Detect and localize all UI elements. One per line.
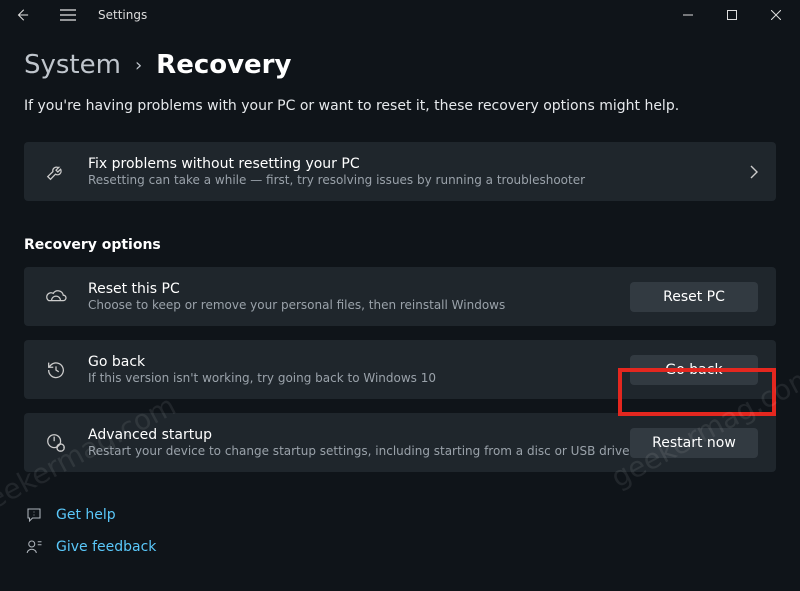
menu-button[interactable] bbox=[56, 3, 80, 27]
option-reset-pc: Reset this PC Choose to keep or remove y… bbox=[24, 267, 776, 326]
power-gear-icon bbox=[42, 432, 70, 454]
option-desc: Restart your device to change startup se… bbox=[88, 444, 630, 458]
give-feedback-link[interactable]: Give feedback bbox=[24, 538, 776, 556]
breadcrumb-current: Recovery bbox=[156, 50, 291, 80]
back-button[interactable] bbox=[10, 3, 34, 27]
chevron-right-icon: › bbox=[135, 55, 142, 76]
fix-desc: Resetting can take a while — first, try … bbox=[88, 173, 750, 187]
option-title: Go back bbox=[88, 354, 630, 370]
breadcrumb-parent[interactable]: System bbox=[24, 50, 121, 80]
help-links: Get help Give feedback bbox=[24, 506, 776, 556]
page-subtitle: If you're having problems with your PC o… bbox=[24, 98, 776, 114]
chevron-right-icon bbox=[750, 165, 758, 179]
option-title: Reset this PC bbox=[88, 281, 630, 297]
option-advanced-startup: Advanced startup Restart your device to … bbox=[24, 413, 776, 472]
breadcrumb: System › Recovery bbox=[24, 50, 776, 80]
content-area: System › Recovery If you're having probl… bbox=[0, 30, 800, 556]
fix-title: Fix problems without resetting your PC bbox=[88, 156, 750, 172]
minimize-button[interactable] bbox=[666, 0, 710, 30]
feedback-icon bbox=[24, 538, 44, 556]
reset-pc-button[interactable]: Reset PC bbox=[630, 282, 758, 312]
option-desc: Choose to keep or remove your personal f… bbox=[88, 298, 630, 312]
maximize-button[interactable] bbox=[710, 0, 754, 30]
restart-now-button[interactable]: Restart now bbox=[630, 428, 758, 458]
cloud-reset-icon bbox=[42, 287, 70, 307]
link-text: Give feedback bbox=[56, 539, 156, 555]
link-text: Get help bbox=[56, 507, 116, 523]
title-bar: Settings bbox=[0, 0, 800, 30]
window-title: Settings bbox=[98, 8, 147, 22]
chat-help-icon bbox=[24, 506, 44, 524]
go-back-button[interactable]: Go back bbox=[630, 355, 758, 385]
section-header: Recovery options bbox=[24, 237, 776, 253]
fix-problems-card[interactable]: Fix problems without resetting your PC R… bbox=[24, 142, 776, 201]
option-desc: If this version isn't working, try going… bbox=[88, 371, 630, 385]
option-go-back: Go back If this version isn't working, t… bbox=[24, 340, 776, 399]
history-icon bbox=[42, 359, 70, 381]
option-title: Advanced startup bbox=[88, 427, 630, 443]
get-help-link[interactable]: Get help bbox=[24, 506, 776, 524]
close-button[interactable] bbox=[754, 0, 798, 30]
wrench-icon bbox=[42, 161, 70, 183]
